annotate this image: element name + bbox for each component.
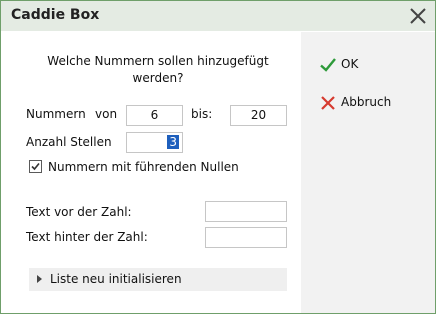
dialog-window: Caddie Box Welche Nummern sollen hinzuge…: [0, 0, 436, 314]
text-hinter-input[interactable]: [205, 227, 287, 248]
window-title: Caddie Box: [11, 7, 100, 23]
ok-label: OK: [341, 57, 359, 71]
stellen-value: 3: [167, 135, 179, 149]
text-vor-input[interactable]: [205, 201, 287, 222]
x-icon: [321, 96, 335, 110]
bis-label: bis:: [191, 107, 213, 121]
leading-zeros-checkbox[interactable]: [29, 160, 42, 173]
form-panel: Welche Nummern sollen hinzugefügt werden…: [1, 32, 301, 313]
check-icon: [320, 58, 336, 72]
ok-button[interactable]: OK: [319, 54, 419, 76]
stellen-label: Anzahl Stellen: [26, 135, 112, 149]
title-bar: Caddie Box: [1, 1, 435, 31]
button-panel: OK Abbruch: [301, 32, 435, 313]
cancel-label: Abbruch: [341, 95, 392, 109]
text-hinter-label: Text hinter der Zahl:: [26, 230, 148, 244]
leading-zeros-label: Nummern mit führenden Nullen: [48, 160, 239, 174]
expander-label: Liste neu initialisieren: [50, 272, 182, 286]
bis-input[interactable]: 20: [230, 105, 287, 126]
close-icon: [410, 8, 426, 24]
checkmark-icon: [31, 162, 40, 171]
reinit-list-expander[interactable]: Liste neu initialisieren: [29, 268, 287, 291]
text-vor-label: Text vor der Zahl:: [26, 205, 132, 219]
close-button[interactable]: [407, 5, 429, 27]
question-text: Welche Nummern sollen hinzugefügt werden…: [47, 54, 269, 85]
cancel-button[interactable]: Abbruch: [319, 92, 419, 114]
expand-arrow-icon: [37, 275, 42, 283]
von-label: von: [95, 107, 118, 121]
von-input[interactable]: 6: [126, 105, 183, 126]
nummern-label: Nummern: [26, 107, 86, 121]
stellen-input[interactable]: 3: [126, 132, 183, 153]
